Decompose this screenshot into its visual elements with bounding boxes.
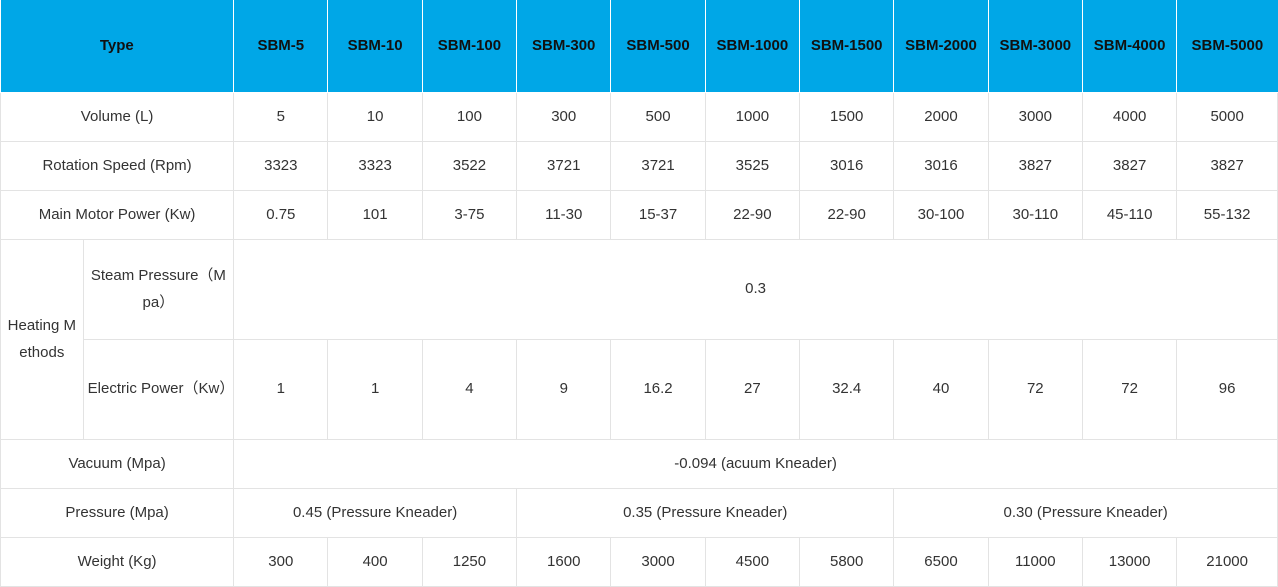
- cell-rotation-1: 3323: [328, 142, 422, 191]
- cell-electric-4: 16.2: [611, 340, 705, 440]
- cell-motor-2: 3-75: [422, 191, 516, 240]
- cell-volume-1: 10: [328, 93, 422, 142]
- table-row-steam-pressure: Heating Methods Steam Pressure（Mpa） 0.3: [1, 240, 1278, 340]
- cell-weight-9: 13000: [1082, 538, 1176, 587]
- cell-electric-5: 27: [705, 340, 799, 440]
- cell-volume-8: 3000: [988, 93, 1082, 142]
- cell-motor-1: 101: [328, 191, 422, 240]
- cell-volume-10: 5000: [1177, 93, 1278, 142]
- cell-motor-8: 30-110: [988, 191, 1082, 240]
- cell-electric-10: 96: [1177, 340, 1278, 440]
- cell-steam-pressure-merged: 0.3: [234, 240, 1278, 340]
- specifications-table: Type SBM-5 SBM-10 SBM-100 SBM-300 SBM-50…: [0, 0, 1278, 587]
- cell-weight-3: 1600: [517, 538, 611, 587]
- row-label-vacuum: Vacuum (Mpa): [1, 440, 234, 489]
- row-label-main-motor-power: Main Motor Power (Kw): [1, 191, 234, 240]
- cell-volume-0: 5: [234, 93, 328, 142]
- cell-rotation-0: 3323: [234, 142, 328, 191]
- cell-weight-10: 21000: [1177, 538, 1278, 587]
- row-label-pressure: Pressure (Mpa): [1, 489, 234, 538]
- cell-rotation-5: 3525: [705, 142, 799, 191]
- cell-electric-6: 32.4: [800, 340, 894, 440]
- table-header: Type SBM-5 SBM-10 SBM-100 SBM-300 SBM-50…: [1, 0, 1278, 93]
- cell-motor-5: 22-90: [705, 191, 799, 240]
- cell-motor-7: 30-100: [894, 191, 988, 240]
- header-model-sbm-300: SBM-300: [517, 0, 611, 93]
- header-model-sbm-3000: SBM-3000: [988, 0, 1082, 93]
- cell-electric-7: 40: [894, 340, 988, 440]
- row-label-rotation-speed: Rotation Speed (Rpm): [1, 142, 234, 191]
- header-model-sbm-5: SBM-5: [234, 0, 328, 93]
- cell-electric-2: 4: [422, 340, 516, 440]
- cell-motor-4: 15-37: [611, 191, 705, 240]
- header-model-sbm-10: SBM-10: [328, 0, 422, 93]
- row-label-volume: Volume (L): [1, 93, 234, 142]
- table-row-electric-power: Electric Power（Kw） 1 1 4 9 16.2 27 32.4 …: [1, 340, 1278, 440]
- cell-rotation-8: 3827: [988, 142, 1082, 191]
- cell-vacuum-merged: -0.094 (acuum Kneader): [234, 440, 1278, 489]
- cell-volume-7: 2000: [894, 93, 988, 142]
- cell-rotation-4: 3721: [611, 142, 705, 191]
- cell-electric-1: 1: [328, 340, 422, 440]
- cell-rotation-10: 3827: [1177, 142, 1278, 191]
- row-label-weight: Weight (Kg): [1, 538, 234, 587]
- header-model-sbm-5000: SBM-5000: [1177, 0, 1278, 93]
- cell-motor-0: 0.75: [234, 191, 328, 240]
- cell-weight-8: 11000: [988, 538, 1082, 587]
- table-body: Volume (L) 5 10 100 300 500 1000 1500 20…: [1, 93, 1278, 587]
- header-type: Type: [1, 0, 234, 93]
- cell-pressure-group-3: 0.30 (Pressure Kneader): [894, 489, 1278, 538]
- header-model-sbm-2000: SBM-2000: [894, 0, 988, 93]
- cell-volume-9: 4000: [1082, 93, 1176, 142]
- cell-weight-4: 3000: [611, 538, 705, 587]
- cell-volume-5: 1000: [705, 93, 799, 142]
- cell-pressure-group-2: 0.35 (Pressure Kneader): [517, 489, 894, 538]
- cell-volume-4: 500: [611, 93, 705, 142]
- table-row-weight: Weight (Kg) 300 400 1250 1600 3000 4500 …: [1, 538, 1278, 587]
- cell-pressure-group-1: 0.45 (Pressure Kneader): [234, 489, 517, 538]
- cell-motor-3: 11-30: [517, 191, 611, 240]
- cell-weight-2: 1250: [422, 538, 516, 587]
- cell-weight-0: 300: [234, 538, 328, 587]
- cell-rotation-3: 3721: [517, 142, 611, 191]
- cell-motor-9: 45-110: [1082, 191, 1176, 240]
- header-row: Type SBM-5 SBM-10 SBM-100 SBM-300 SBM-50…: [1, 0, 1278, 93]
- cell-motor-10: 55-132: [1177, 191, 1278, 240]
- header-model-sbm-1000: SBM-1000: [705, 0, 799, 93]
- cell-volume-6: 1500: [800, 93, 894, 142]
- header-model-sbm-1500: SBM-1500: [800, 0, 894, 93]
- table-row-vacuum: Vacuum (Mpa) -0.094 (acuum Kneader): [1, 440, 1278, 489]
- header-model-sbm-4000: SBM-4000: [1082, 0, 1176, 93]
- cell-electric-9: 72: [1082, 340, 1176, 440]
- row-label-steam-pressure: Steam Pressure（Mpa）: [83, 240, 233, 340]
- header-model-sbm-500: SBM-500: [611, 0, 705, 93]
- table-row-rotation-speed: Rotation Speed (Rpm) 3323 3323 3522 3721…: [1, 142, 1278, 191]
- cell-weight-1: 400: [328, 538, 422, 587]
- cell-rotation-6: 3016: [800, 142, 894, 191]
- cell-rotation-9: 3827: [1082, 142, 1176, 191]
- table-row-main-motor-power: Main Motor Power (Kw) 0.75 101 3-75 11-3…: [1, 191, 1278, 240]
- cell-electric-3: 9: [517, 340, 611, 440]
- cell-volume-2: 100: [422, 93, 516, 142]
- cell-electric-0: 1: [234, 340, 328, 440]
- table-row-volume: Volume (L) 5 10 100 300 500 1000 1500 20…: [1, 93, 1278, 142]
- table-row-pressure: Pressure (Mpa) 0.45 (Pressure Kneader) 0…: [1, 489, 1278, 538]
- cell-rotation-2: 3522: [422, 142, 516, 191]
- header-model-sbm-100: SBM-100: [422, 0, 516, 93]
- cell-electric-8: 72: [988, 340, 1082, 440]
- cell-weight-7: 6500: [894, 538, 988, 587]
- cell-rotation-7: 3016: [894, 142, 988, 191]
- row-label-heating-methods: Heating Methods: [1, 240, 84, 440]
- row-label-electric-power: Electric Power（Kw）: [83, 340, 233, 440]
- cell-weight-6: 5800: [800, 538, 894, 587]
- cell-motor-6: 22-90: [800, 191, 894, 240]
- cell-volume-3: 300: [517, 93, 611, 142]
- cell-weight-5: 4500: [705, 538, 799, 587]
